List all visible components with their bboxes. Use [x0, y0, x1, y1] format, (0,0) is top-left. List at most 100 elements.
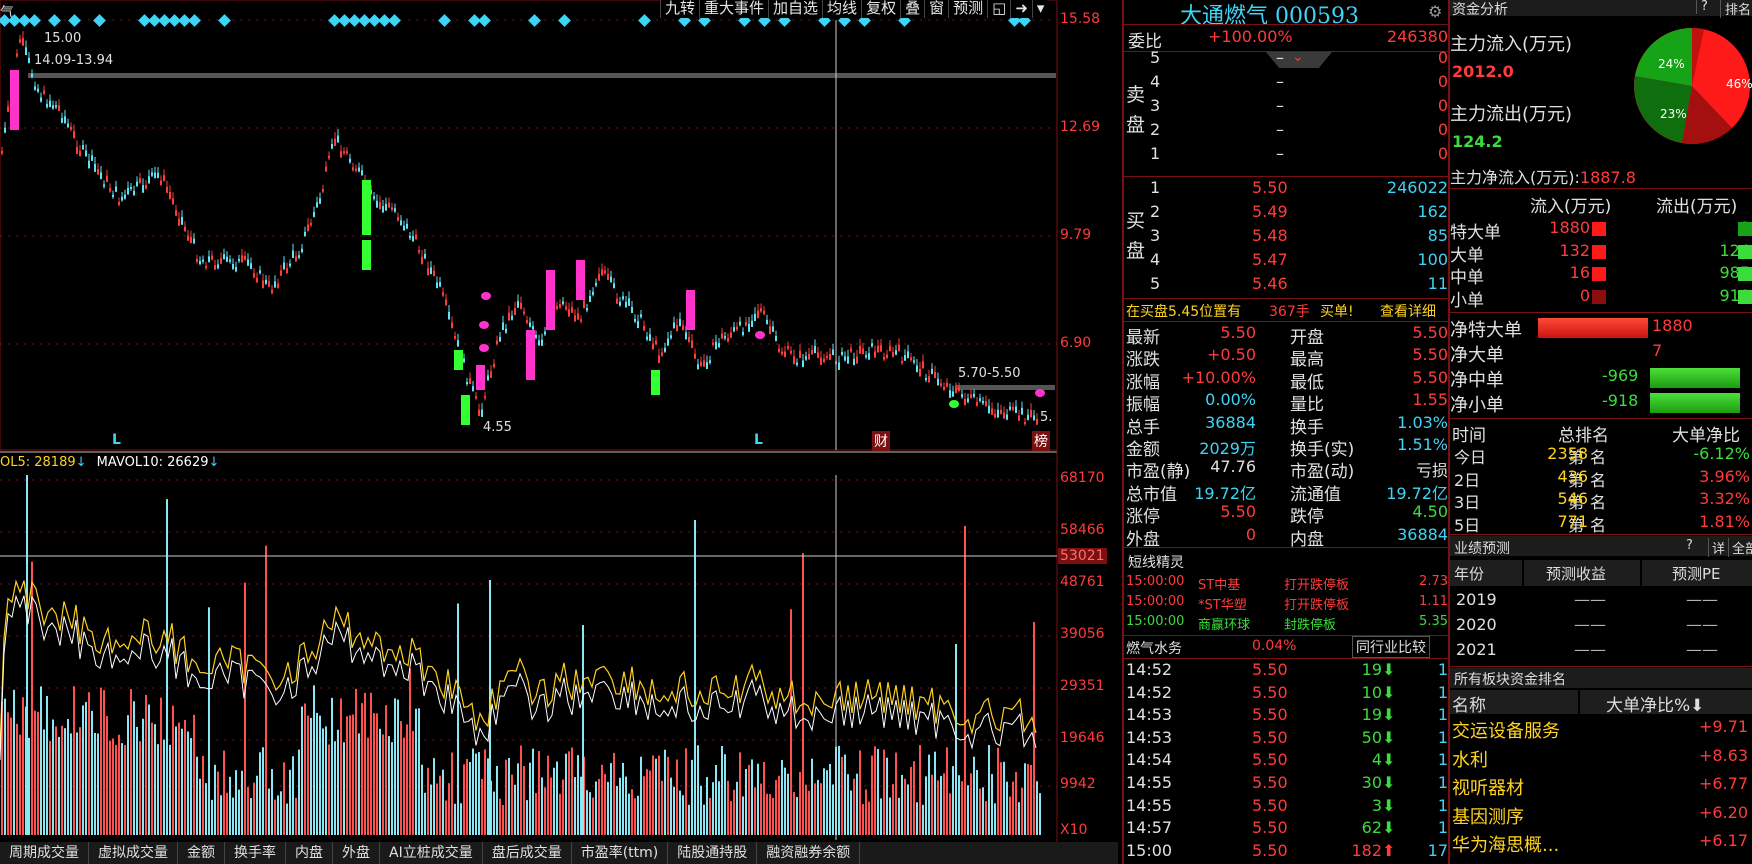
tool-adjust[interactable]: 复权	[861, 0, 900, 18]
price-tick: 6.90	[1060, 335, 1092, 351]
event-diamond-icon[interactable]	[93, 14, 106, 27]
fund-flow-panel: 资金分析 ? 排名 主力流入(万元) 2012.0 主力流出(万元) 124.2…	[1448, 0, 1752, 864]
order-notice[interactable]: 在买盘5.45位置有 367手 买单! 查看详细	[1124, 301, 1450, 323]
tab-virtual-volume[interactable]: 虚拟成交量	[89, 842, 178, 864]
yj-all[interactable]: 全部	[1728, 538, 1752, 557]
kline-chart[interactable]	[0, 0, 1120, 864]
yj-help[interactable]: ?	[1686, 538, 1693, 553]
stat-row: 涨停 5.50 跌停 4.50	[1126, 502, 1448, 528]
dx-row: 15:00:00 *ST华塑 打开跌停板 1.11	[1126, 594, 1448, 613]
help-button[interactable]: ?	[1696, 0, 1712, 14]
bid-row: 5 5.46 11	[1150, 274, 1448, 293]
col-inflow: 流入(万元)	[1530, 197, 1612, 217]
tick-row: 14:57 5.50 62 ⬇ 1	[1126, 818, 1448, 838]
tool-jiuzhuan[interactable]: 九转	[660, 0, 699, 18]
dropdown-icon[interactable]: ▾	[1031, 0, 1049, 18]
weibi-volume: 246380	[1386, 27, 1448, 46]
tab-hk-connect[interactable]: 陆股通持股	[668, 842, 758, 864]
tab-amount[interactable]: 金额	[178, 842, 225, 864]
marker-l[interactable]: L	[754, 432, 763, 448]
tab-turnover[interactable]: 换手率	[225, 842, 286, 864]
tab-period-volume[interactable]: 周期成交量	[0, 842, 89, 864]
last-label: 5.	[1040, 410, 1053, 425]
rank-row: 今日第 2358 名 -6.12%	[1454, 444, 1750, 467]
event-diamond-icon[interactable]	[28, 14, 41, 27]
bk-title: 所有板块资金排名	[1454, 672, 1566, 688]
event-diamond-icon[interactable]	[218, 14, 231, 27]
stat-row: 金额 2029万 换手(实) 1.51%	[1126, 435, 1448, 460]
ranking-badge[interactable]: 榜	[1032, 431, 1050, 451]
tab-ai-volume[interactable]: AI立桩成交量	[380, 842, 483, 864]
yj-detail[interactable]: 详	[1708, 538, 1725, 557]
tab-pe-ttm[interactable]: 市盈率(ttm)	[572, 842, 669, 864]
event-diamond-icon[interactable]	[558, 14, 571, 27]
order-row: 特大单18800	[1450, 218, 1752, 243]
tab-inner[interactable]: 内盘	[286, 842, 333, 864]
ask-row: 3–0	[1150, 96, 1448, 115]
price-tick: 12.69	[1060, 119, 1101, 135]
vol-tick: 58466	[1060, 522, 1105, 538]
vol-tick: 19646	[1060, 730, 1105, 746]
main-inflow-label: 主力流入(万元)	[1450, 34, 1573, 55]
dx-title: 短线精灵	[1128, 555, 1184, 571]
exit-icon[interactable]: ➜	[1010, 0, 1032, 18]
high-label: 15.00	[44, 31, 82, 46]
sort-down-icon: ⬇	[1690, 696, 1705, 716]
gear-icon[interactable]: ⚙	[1428, 2, 1442, 21]
tool-ma[interactable]: 均线	[822, 0, 861, 18]
main-outflow-label: 主力流出(万元)	[1450, 104, 1573, 125]
tool-overlay[interactable]: 叠	[900, 0, 924, 18]
tick-row: 14:55 5.50 30 ⬇ 1	[1126, 773, 1448, 792]
stat-row: 最新 5.50 开盘 5.50	[1126, 323, 1448, 348]
bk-row: 视听器材 +6.77	[1452, 774, 1748, 799]
chart-toolbar: 九转 重大事件 加自选 均线 复权 叠 窗 预测 ◱ ➜ ▾	[660, 0, 1049, 18]
tool-events[interactable]: 重大事件	[699, 0, 768, 18]
expand-icon[interactable]: ◱	[987, 0, 1010, 18]
pie-label: 24%	[1658, 57, 1685, 71]
event-diamond-icon[interactable]	[188, 14, 201, 27]
tab-outer[interactable]: 外盘	[333, 842, 380, 864]
event-diamond-icon[interactable]	[438, 14, 451, 27]
ask-row: 5–0	[1150, 48, 1448, 67]
price-tick: 15.58	[1060, 11, 1101, 27]
rank-row: 3日第 546 名 3.32%	[1454, 489, 1750, 512]
rank-col-time: 时间	[1452, 426, 1486, 446]
vol-tick: 29351	[1060, 678, 1105, 694]
tab-margin[interactable]: 融资融券余额	[757, 842, 861, 864]
bk-row: 华为海思概... +6.17	[1452, 831, 1748, 856]
tool-add-watch[interactable]: 加自选	[768, 0, 822, 18]
tool-window[interactable]: 窗	[924, 0, 948, 18]
bk-row: 基因测序 +6.20	[1452, 802, 1748, 828]
crosshair-value: 53021	[1058, 548, 1107, 564]
arrow-down-icon: ⬇	[1382, 727, 1396, 747]
event-diamond-icon[interactable]	[478, 14, 491, 27]
net-row: 净小单 -918	[1450, 391, 1752, 416]
tab-after-hours[interactable]: 盘后成交量	[483, 842, 572, 864]
arrow-down-icon: ⬇	[1382, 795, 1396, 815]
event-diamond-icon[interactable]	[68, 14, 81, 27]
arrow-down-icon: ⬇	[1382, 660, 1396, 679]
industry-name[interactable]: 燃气水务	[1126, 638, 1182, 658]
weibi-value: +100.00%	[1208, 27, 1293, 46]
vol-tick: 48761	[1060, 574, 1105, 590]
volume-legend: OL5: 28189↓ MAVOL10: 26629↓	[0, 455, 220, 470]
tool-forecast[interactable]: 预测	[948, 0, 987, 18]
event-diamond-icon[interactable]	[638, 14, 651, 27]
stock-title: 大通燃气 000593	[1180, 4, 1359, 29]
marker-l[interactable]: L	[112, 432, 121, 448]
event-diamond-icon[interactable]	[528, 14, 541, 27]
net-row: 净大单 7	[1450, 341, 1663, 366]
arrow-up-icon: ⬆	[1382, 840, 1396, 860]
rank-row: 5日第 771 名 1.81%	[1454, 511, 1750, 535]
range-label: 14.09-13.94	[34, 53, 114, 68]
event-diamond-icon[interactable]	[388, 14, 401, 27]
dx-row: 15:00:00 商赢环球 封跌停板 5.35	[1126, 614, 1448, 633]
event-diamond-icon[interactable]	[48, 14, 61, 27]
bk-row: 交运设备服务 +9.71	[1452, 717, 1748, 742]
rank-button[interactable]: 排名	[1720, 0, 1752, 18]
finance-badge[interactable]: 财	[872, 431, 890, 451]
industry-compare-button[interactable]: 同行业比较	[1352, 636, 1430, 658]
net-inflow: 主力净流入(万元):1887.8	[1450, 168, 1636, 187]
tick-row: 14:52 5.50 10 ⬇ 1	[1126, 682, 1448, 702]
volume-bars	[1, 475, 1041, 835]
